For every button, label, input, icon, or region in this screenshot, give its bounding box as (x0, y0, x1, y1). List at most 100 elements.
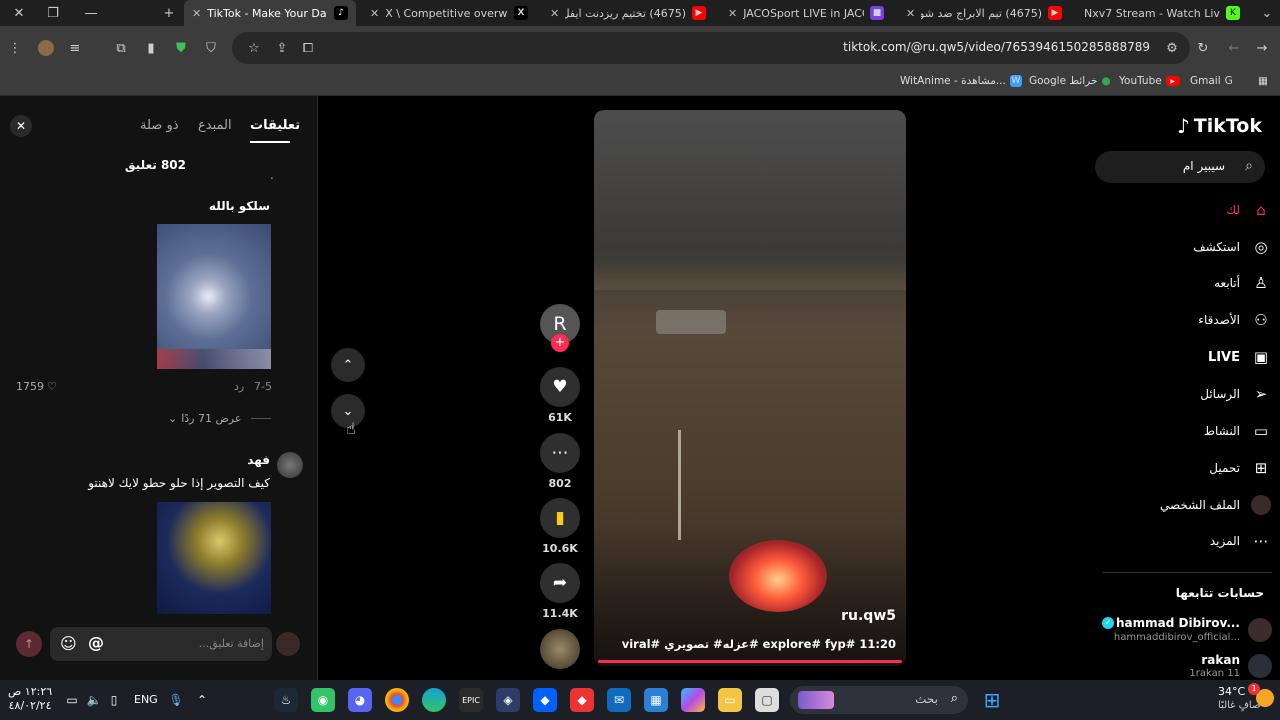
tab-search-icon[interactable]: ⌄ (1248, 0, 1280, 26)
bookmark-google-maps[interactable]: Google خرائط ● (1029, 75, 1111, 87)
tab-x[interactable]: ✕ X \ Competitive overwatch X (362, 0, 536, 26)
network-icon[interactable]: ▯ (102, 688, 126, 712)
minimize-window-icon[interactable]: — (72, 0, 110, 26)
video-progress-bar[interactable] (598, 660, 902, 663)
nav-activity[interactable]: النشاط ▭ (1100, 416, 1280, 446)
language-indicator[interactable]: ENG (134, 693, 158, 706)
close-tab-icon[interactable]: ✕ (728, 7, 737, 20)
close-panel-icon[interactable]: ✕ (10, 115, 32, 137)
app-red-icon[interactable]: ◆ (570, 688, 594, 712)
commenter-avatar[interactable] (277, 452, 303, 478)
commenter-username[interactable]: فهد (247, 453, 270, 467)
tab-comments[interactable]: تعليقات (250, 118, 300, 133)
extension-icon[interactable]: ▮ (141, 38, 161, 58)
tab-nxv7[interactable]: Nxv7 Stream - Watch Live K (1076, 0, 1248, 26)
taskbar-search[interactable]: بحث ⌕ (790, 686, 968, 714)
extensions-icon[interactable]: ⧉ (111, 38, 131, 58)
tab-tiktok[interactable]: ✕ TikTok - Make Your Da ♪ (184, 0, 356, 26)
previous-video-button[interactable]: ⌃ (331, 348, 365, 382)
shield-icon[interactable]: ⛉ (201, 38, 221, 58)
comment-action[interactable]: ⋯ 802 (540, 433, 580, 490)
close-tab-icon[interactable]: ✕ (370, 7, 379, 20)
new-tab-icon[interactable]: + (150, 0, 188, 26)
store-icon[interactable]: ▦ (644, 688, 668, 712)
comment-image-sky[interactable] (157, 224, 271, 369)
tiktok-logo[interactable]: ♪ TikTok (1177, 114, 1262, 138)
address-bar[interactable]: ☆ ⇪ ⧠ tiktok.com/@ru.qw5/video/765394615… (232, 32, 1190, 64)
file-explorer-icon[interactable]: ▭ (718, 688, 742, 712)
tab-youtube-2[interactable]: ✕ (4675) تيم الابراج ضد شونق ▶ (898, 0, 1070, 26)
video-player[interactable]: ru.qw5 viral# عزله# تصويري# explore# fyp… (594, 110, 906, 666)
copilot-icon[interactable] (681, 688, 705, 712)
author-avatar[interactable]: R + (540, 304, 580, 352)
comment-image-palm[interactable] (157, 502, 271, 614)
share-action[interactable]: ➦ 11.4K (540, 563, 580, 620)
weather-widget[interactable]: 34°C صافٍ غالبًا 1 (1210, 683, 1276, 715)
comment-like[interactable]: 1759 ♡ (16, 380, 57, 393)
tab-youtube-1[interactable]: ✕ (4675) تختيم ريزدنت ايفل 7 ▶ (542, 0, 714, 26)
windows-start-icon[interactable]: ⊞ (980, 688, 1004, 712)
comment-input-box[interactable]: ☺ @ إضافة تعليق... (50, 627, 272, 661)
dropbox-icon[interactable]: ◆ (533, 688, 557, 712)
install-app-icon[interactable]: ⧠ (298, 38, 318, 58)
follow-plus-icon[interactable]: + (551, 334, 569, 352)
reload-icon[interactable]: ↻ (1193, 38, 1213, 58)
reply-button[interactable]: رد (234, 380, 244, 393)
media-control-icon[interactable]: ≡ (65, 38, 85, 58)
microphone-icon[interactable]: 🎙 (164, 688, 188, 712)
tab-creator[interactable]: المبدع (198, 118, 232, 133)
close-window-icon[interactable]: ✕ (0, 0, 38, 26)
discord-icon[interactable]: ◕ (348, 688, 372, 712)
search-icon[interactable]: ⌕ (1245, 158, 1253, 174)
tab-related[interactable]: ذو صلة (140, 118, 179, 133)
following-account[interactable]: rakan 1rakan 11 (1102, 652, 1272, 680)
tray-overflow-icon[interactable]: ⌃ (190, 688, 214, 712)
nav-upload[interactable]: تحميل ⊞ (1100, 453, 1280, 483)
video-username[interactable]: ru.qw5 (841, 608, 896, 624)
close-tab-icon[interactable]: ✕ (906, 7, 915, 20)
steam-icon[interactable]: ♨ (274, 688, 298, 712)
profile-avatar-icon[interactable] (36, 38, 56, 58)
epic-games-icon[interactable]: EPIC (459, 688, 483, 712)
nav-more[interactable]: المزيد ⋯ (1100, 526, 1280, 556)
mention-icon[interactable]: @ (88, 633, 104, 652)
nav-friends[interactable]: الأصدقاء ⚇ (1100, 305, 1280, 335)
forward-icon[interactable]: ← (1224, 38, 1244, 58)
nav-explore[interactable]: استكشف ◎ (1100, 232, 1280, 262)
send-button[interactable]: ↑ (16, 631, 42, 657)
outlook-icon[interactable]: ✉ (607, 688, 631, 712)
nav-messages[interactable]: الرسائل ➢ (1100, 379, 1280, 409)
nav-profile[interactable]: الملف الشخصي (1100, 490, 1280, 520)
nav-for-you[interactable]: لك ⌂ (1100, 195, 1280, 225)
menu-icon[interactable]: ⋮ (5, 38, 25, 58)
chrome-icon[interactable] (385, 688, 409, 712)
bookmark-gmail[interactable]: Gmail G (1190, 75, 1233, 87)
view-replies-button[interactable]: ⌄ عرض 71 ردًا (168, 412, 272, 425)
clock[interactable]: ١٢:٢٦ ص ٤٨/٠٢/٢٤ (8, 685, 52, 713)
nav-following[interactable]: أتابعه ♙ (1100, 268, 1280, 298)
tab-jaco[interactable]: ✕ JACOSport LIVE in JACO - ■ (720, 0, 892, 26)
adblock-shield-icon[interactable]: ⛊ (171, 38, 191, 58)
close-tab-icon[interactable]: ✕ (550, 7, 559, 20)
back-icon[interactable]: → (1252, 38, 1272, 58)
save-action[interactable]: ▮ 10.6K (540, 498, 580, 555)
bookmark-star-icon[interactable]: ☆ (244, 38, 264, 58)
bookmark-witanime[interactable]: WitAnime - مشاهدة... W (900, 75, 1022, 87)
app-window-icon[interactable]: ▢ (755, 688, 779, 712)
site-settings-icon[interactable]: ⚙ (1162, 38, 1182, 58)
nav-live[interactable]: LIVE ▣ (1100, 342, 1280, 372)
app-icon[interactable]: ◈ (496, 688, 520, 712)
restore-window-icon[interactable]: ❐ (34, 0, 72, 26)
battery-icon[interactable]: ▭ (60, 688, 84, 712)
search-box[interactable]: ⌕ سيبير ام (1095, 151, 1265, 183)
like-action[interactable]: ♥ 61K (540, 367, 580, 424)
close-tab-icon[interactable]: ✕ (192, 7, 201, 20)
edge-icon[interactable] (422, 688, 446, 712)
music-disc[interactable] (540, 629, 580, 669)
bookmark-youtube[interactable]: YouTube ▶ (1119, 75, 1180, 87)
app-green-icon[interactable]: ◉ (311, 688, 335, 712)
emoji-icon[interactable]: ☺ (60, 634, 77, 653)
share-icon[interactable]: ⇪ (272, 38, 292, 58)
all-bookmarks-icon[interactable]: ▦ (1258, 75, 1268, 87)
following-account[interactable]: hammad Dibirov... ✓ hammaddibirov_offici… (1102, 614, 1272, 646)
